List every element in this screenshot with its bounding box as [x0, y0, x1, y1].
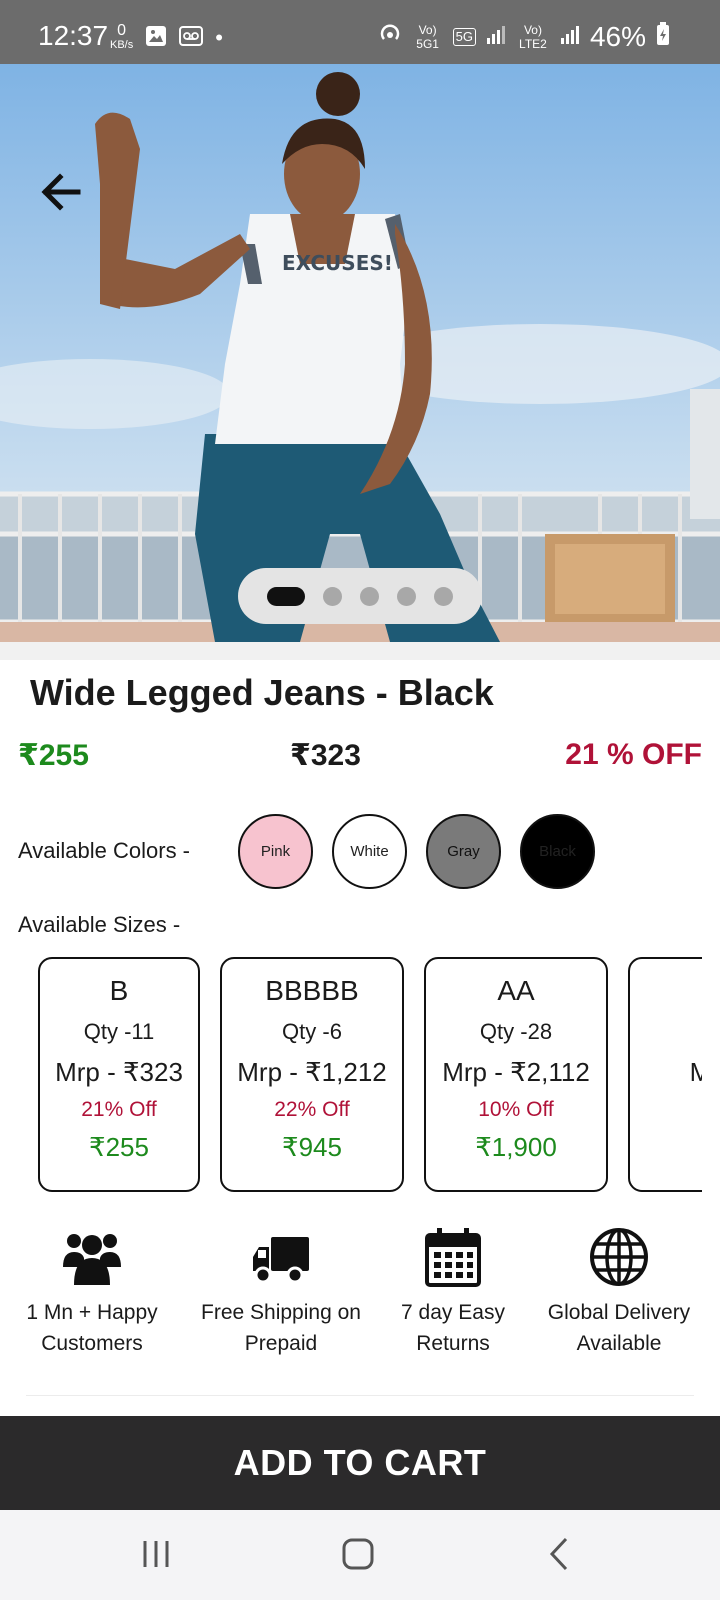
sim1-label: Vo) 5G1 [416, 22, 439, 51]
status-time: 12:37 [38, 20, 109, 51]
status-right: Vo) 5G1 5G Vo) LTE2 46% [377, 20, 670, 53]
color-swatch-gray[interactable]: Gray [426, 814, 501, 889]
status-bar: 12:37 0 KB/s • Vo) 5G1 5G Vo) LTE2 46% [0, 0, 720, 64]
globe-icon [587, 1225, 651, 1289]
size-mrp: Mrp - [689, 1057, 702, 1087]
arrow-left-icon [41, 173, 81, 211]
net-speed-value: 0 [117, 22, 127, 39]
color-swatch-label: Black [539, 843, 576, 860]
back-button[interactable] [34, 164, 90, 220]
section-divider [0, 642, 720, 660]
pager-dot[interactable] [360, 586, 379, 606]
sim2-label: Vo) LTE2 [519, 22, 547, 51]
signal-icon-1 [486, 21, 506, 53]
size-card[interactable]: AA Qty -28 Mrp - ₹2,112 10% Off ₹1,900 [424, 957, 608, 1192]
svg-text:EXCUSES!: EXCUSES! [282, 251, 393, 275]
size-mrp: Mrp - ₹1,212 [237, 1057, 387, 1087]
home-icon [342, 1538, 374, 1570]
feature-text-line2: Available [576, 1332, 662, 1355]
signal-icon-2 [560, 21, 580, 53]
users-icon [60, 1225, 124, 1289]
size-mrp: Mrp - ₹323 [55, 1057, 183, 1087]
feature-text-line2: Returns [416, 1332, 490, 1355]
pager-dot[interactable] [267, 586, 305, 606]
feature-free-shipping: Free Shipping on Prepaid [190, 1225, 372, 1359]
size-qty: Qty -6 [282, 1019, 342, 1044]
back-icon [549, 1537, 568, 1571]
color-swatch-label: Gray [447, 843, 480, 860]
size-card[interactable]: BBBBB Qty -6 Mrp - ₹1,212 22% Off ₹945 [220, 957, 404, 1192]
battery-icon [656, 21, 670, 53]
size-mrp: Mrp - ₹2,112 [442, 1057, 590, 1087]
features-row: 1 Mn + Happy Customers Free Shipping on … [0, 1225, 720, 1365]
image-pager[interactable] [238, 568, 482, 624]
color-swatch-label: Pink [260, 843, 291, 860]
back-nav-button[interactable] [536, 1530, 584, 1578]
calendar-icon [421, 1225, 485, 1289]
home-button[interactable] [334, 1530, 382, 1578]
discount-label: 21 % OFF [565, 738, 702, 771]
size-card[interactable]: E Qt Mrp - 4 ₹2 [628, 957, 702, 1192]
divider-line [26, 1395, 694, 1396]
product-image[interactable]: EXCUSES! [0, 64, 720, 642]
system-nav-bar [0, 1510, 720, 1600]
size-discount: 21% Off [81, 1098, 157, 1121]
dot-icon: • [215, 25, 223, 50]
size-name: B [109, 975, 129, 1006]
recents-button[interactable] [132, 1530, 180, 1578]
truck-icon [249, 1225, 313, 1289]
colors-label: Available Colors - [18, 838, 191, 863]
price-row: ₹255 ₹323 21 % OFF [18, 738, 702, 778]
color-swatch-label: White [350, 843, 389, 860]
size-qty: Qty -11 [83, 1019, 155, 1044]
feature-global-delivery: Global Delivery Available [532, 1225, 706, 1359]
status-left-icons: 0 KB/s • [110, 22, 223, 52]
size-discount: 10% Off [478, 1098, 554, 1121]
sizes-carousel[interactable]: B Qty -11 Mrp - ₹323 21% Off ₹255 BBBBB Qty -6… [0, 955, 702, 1195]
feature-text-line2: Prepaid [244, 1332, 318, 1355]
size-discount: 4 [630, 1098, 702, 1122]
5g-label: 5G [452, 27, 476, 46]
size-price: ₹255 [89, 1132, 149, 1162]
size-price: ₹1,900 [475, 1132, 557, 1162]
size-price: ₹2 [630, 1132, 702, 1163]
color-swatch-white[interactable]: White [332, 814, 407, 889]
feature-text-line1: 1 Mn + Happy [26, 1301, 158, 1324]
hotspot-icon [377, 20, 403, 53]
recents-icon [143, 1541, 169, 1567]
voicemail-icon [179, 25, 204, 52]
size-qty: Qty -28 [479, 1019, 553, 1044]
mrp-price: ₹323 [290, 739, 361, 772]
feature-text-line1: Free Shipping on [201, 1301, 361, 1324]
battery-text: 46% [589, 20, 646, 52]
sale-price: ₹255 [18, 739, 89, 772]
size-discount: 22% Off [274, 1098, 350, 1121]
sizes-label: Available Sizes - [18, 912, 181, 937]
gallery-icon [145, 25, 167, 52]
feature-happy-customers: 1 Mn + Happy Customers [12, 1225, 172, 1359]
color-swatch-black[interactable]: Black [520, 814, 595, 889]
feature-text-line2: Customers [41, 1332, 143, 1355]
size-card[interactable]: B Qty -11 Mrp - ₹323 21% Off ₹255 [38, 957, 200, 1192]
pager-dot[interactable] [323, 586, 342, 606]
add-to-cart-button[interactable]: ADD TO CART [0, 1416, 720, 1510]
product-photo: EXCUSES! [0, 64, 720, 642]
size-price: ₹945 [282, 1132, 342, 1162]
size-name: AA [497, 975, 535, 1006]
size-qty: Qt [630, 1019, 702, 1045]
pager-dot[interactable] [397, 586, 416, 606]
pager-dot[interactable] [434, 586, 453, 606]
product-title: Wide Legged Jeans - Black [30, 672, 494, 713]
feature-easy-returns: 7 day Easy Returns [388, 1225, 518, 1359]
feature-text-line1: Global Delivery [547, 1301, 691, 1324]
net-speed: 0 KB/s [110, 22, 134, 52]
color-swatch-pink[interactable]: Pink [238, 814, 313, 889]
size-name: E [630, 975, 702, 1007]
size-name: BBBBB [265, 975, 359, 1006]
feature-text-line1: 7 day Easy [401, 1301, 505, 1324]
net-speed-unit: KB/s [110, 39, 134, 51]
